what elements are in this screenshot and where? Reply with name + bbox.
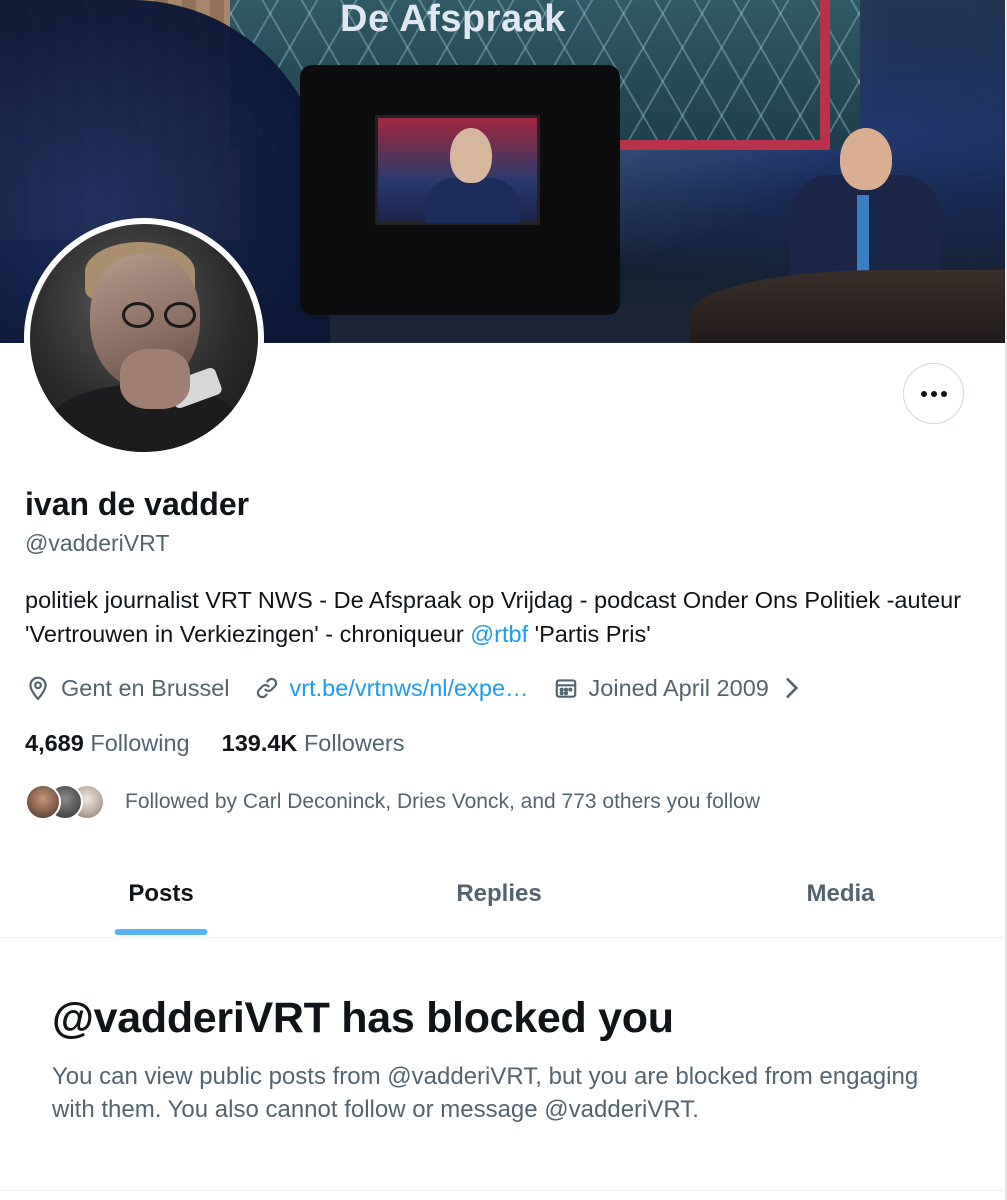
banner-monitor-figure-head [450, 128, 492, 183]
banner-show-title: De Afspraak [340, 0, 566, 40]
location-item: Gent en Brussel [25, 675, 230, 702]
following-label: Following [90, 730, 190, 756]
profile-bio: politiek journalist VRT NWS - De Afspraa… [25, 583, 985, 651]
website-item[interactable]: vrt.be/vrtnws/nl/expe… [254, 675, 529, 702]
tab-posts[interactable]: Posts [0, 850, 322, 937]
avatar-hand [120, 349, 190, 409]
location-text: Gent en Brussel [61, 674, 230, 701]
followed-by-avatars [25, 782, 107, 822]
followers-stat[interactable]: 139.4K Followers [222, 730, 405, 757]
bio-mention-link[interactable]: @rtbf [470, 621, 528, 647]
tab-replies[interactable]: Replies [322, 850, 676, 937]
bio-text-end: 'Partis Pris' [528, 621, 651, 647]
banner-red-frame [600, 0, 830, 150]
tab-posts-label: Posts [128, 879, 194, 907]
bottom-divider [0, 1190, 1005, 1191]
display-name: ivan de vadder [25, 486, 250, 522]
following-count: 4,689 [25, 730, 84, 756]
tab-replies-label: Replies [456, 879, 542, 907]
active-tab-indicator [114, 929, 208, 935]
link-icon [256, 677, 277, 699]
blocked-description: You can view public posts from @vadderiV… [52, 1063, 919, 1123]
more-icon [920, 390, 947, 397]
profile-tabs: Posts Replies Media [0, 850, 1005, 938]
follow-stats: 4,689 Following 139.4K Followers [25, 730, 437, 757]
followed-by-row[interactable]: Followed by Carl Deconinck, Dries Vonck,… [25, 782, 760, 822]
follower-avatar [25, 784, 61, 820]
chevron-right-icon [786, 678, 799, 698]
website-link[interactable]: vrt.be/vrtnws/nl/expe… [290, 675, 529, 702]
banner-host-tie [857, 195, 869, 275]
profile-page: De Afspraak ivan de vadder @vadderiVRT p… [0, 0, 1007, 1200]
banner-host-head [840, 128, 892, 190]
followers-label: Followers [303, 730, 405, 756]
more-options-button[interactable] [903, 363, 964, 424]
joined-item[interactable]: Joined April 2009 [553, 675, 815, 702]
tab-media-label: Media [806, 879, 875, 907]
avatar-glasses [112, 302, 202, 328]
profile-meta-row: Gent en Brussel vrt.be/vrtnws/nl/expe… J… [25, 672, 839, 704]
profile-avatar[interactable] [24, 218, 264, 458]
banner-monitor-figure-body [425, 178, 520, 223]
followed-by-text: Followed by Carl Deconinck, Dries Vonck,… [125, 790, 760, 813]
location-icon [29, 676, 47, 701]
blocked-title: @vadderiVRT has blocked you [52, 994, 674, 1042]
avatar-photo [30, 224, 258, 452]
followers-count: 139.4K [221, 730, 298, 756]
following-stat[interactable]: 4,689 Following [25, 730, 190, 757]
joined-text: Joined April 2009 [588, 674, 769, 701]
tab-media[interactable]: Media [676, 850, 1005, 937]
calendar-icon [555, 679, 576, 698]
user-handle: @vadderiVRT [25, 530, 170, 556]
